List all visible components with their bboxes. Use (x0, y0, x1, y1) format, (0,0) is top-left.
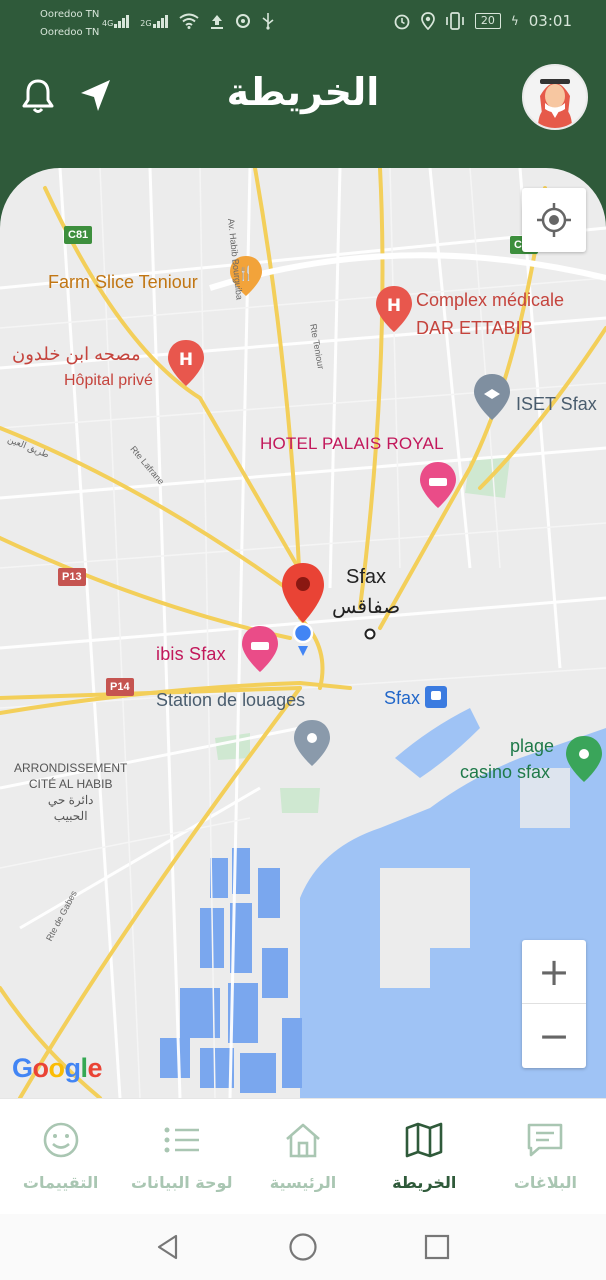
network-type-2: 2G (140, 19, 152, 28)
clock: 03:01 (528, 12, 572, 30)
alarm-icon (394, 14, 410, 30)
nav-label-reports: البلاغات (513, 1173, 577, 1192)
district-label: ARRONDISSEMENT CITÉ AL HABIB دائرة حي ال… (14, 760, 127, 824)
map-view[interactable]: 🍴 H H C81 P13 P14 Av. Habib Bourguiba Rt… (0, 168, 606, 1098)
nav-label-map: الخريطة (392, 1173, 457, 1192)
place-label-dar-ettabib[interactable]: DAR ETTABIB (416, 318, 533, 339)
back-icon[interactable] (154, 1233, 182, 1261)
data-saver-icon (235, 14, 250, 28)
signal-icon-2: 2G (140, 14, 168, 28)
recents-icon[interactable] (424, 1234, 450, 1260)
list-icon (164, 1127, 199, 1153)
place-label-sfax[interactable]: Sfax (346, 566, 386, 589)
carrier-name-1: Ooredoo TN (40, 9, 100, 20)
nav-item-dashboard[interactable]: لوحة البيانات (121, 1099, 242, 1214)
google-logo: Google (12, 1053, 103, 1083)
chat-icon (528, 1123, 563, 1157)
battery-icon: 20 (474, 13, 501, 29)
zoom-out-button[interactable]: − (522, 1004, 586, 1068)
bottom-navigation: التقييمات لوحة البيانات الرئيسية الخريطة… (0, 1098, 606, 1214)
district-line-3: دائرة حي (47, 793, 94, 807)
charging-icon: ϟ (510, 14, 519, 28)
smiley-icon (43, 1122, 78, 1158)
place-label-iset[interactable]: ISET Sfax (516, 394, 597, 415)
svg-text:H: H (179, 350, 193, 370)
status-icons-right: 20 ϟ 03:01 (393, 12, 572, 30)
road-shield-p13: P13 (58, 568, 86, 586)
place-label-clinic-ar[interactable]: مصحه ابن خلدون (12, 344, 141, 365)
nav-label-ratings: التقييمات (22, 1173, 99, 1192)
nav-item-home[interactable]: الرئيسية (242, 1099, 363, 1214)
network-type-1: 4G (102, 19, 114, 28)
system-navigation-bar (0, 1214, 606, 1280)
map-icon (405, 1122, 443, 1158)
page-title: الخريطة (226, 70, 380, 114)
place-label-casino[interactable]: casino sfax (460, 762, 550, 783)
nav-item-ratings[interactable]: التقييمات (0, 1099, 121, 1214)
place-label-farm-slice[interactable]: Farm Slice Teniour (48, 272, 198, 293)
home-circle-icon[interactable] (288, 1232, 318, 1262)
road-shield-p14: P14 (106, 678, 134, 696)
place-label-station[interactable]: Station de louages (156, 690, 305, 711)
usb-icon (262, 13, 274, 30)
zoom-in-button[interactable]: + (522, 940, 586, 1004)
place-label-ibis[interactable]: ibis Sfax (156, 644, 226, 665)
carrier-name-2: Ooredoo TN (40, 27, 100, 38)
app-header: الخريطة (0, 44, 606, 168)
nav-label-home: الرئيسية (269, 1173, 337, 1192)
my-location-button[interactable] (522, 188, 586, 252)
avatar[interactable] (522, 64, 588, 130)
location-icon (420, 12, 435, 30)
place-label-hotel-palais[interactable]: HOTEL PALAIS ROYAL (260, 434, 444, 454)
place-label-plage[interactable]: plage (510, 736, 554, 757)
nav-label-dashboard: لوحة البيانات (131, 1173, 233, 1192)
nav-item-map[interactable]: الخريطة (364, 1099, 485, 1214)
nav-item-reports[interactable]: البلاغات (485, 1099, 606, 1214)
place-label-clinic-fr[interactable]: Hôpital privé (64, 372, 153, 390)
home-icon (286, 1123, 320, 1158)
road-shield-c81: C81 (64, 226, 93, 244)
zoom-controls: + − (522, 940, 586, 1068)
place-label-sfax-station[interactable]: Sfax (384, 688, 420, 709)
vibrate-icon (445, 12, 464, 30)
district-line-1: ARRONDISSEMENT (14, 761, 128, 775)
status-icons-left: 4G 2G (102, 12, 275, 30)
upload-icon (210, 15, 223, 29)
place-label-complex-medicale[interactable]: Complex médicale (416, 290, 564, 311)
wifi-icon (178, 13, 199, 29)
signal-icon: 4G (102, 14, 130, 28)
district-line-4: الحبيب (53, 809, 88, 823)
crosshair-icon (537, 203, 571, 237)
place-label-sfax-ar[interactable]: صفاقس (332, 594, 400, 619)
status-bar: Ooredoo TN Ooredoo TN 4G 2G 20 ϟ 03:01 (0, 0, 606, 44)
district-line-2: CITÉ AL HABIB (28, 777, 113, 791)
svg-text:H: H (387, 296, 401, 316)
